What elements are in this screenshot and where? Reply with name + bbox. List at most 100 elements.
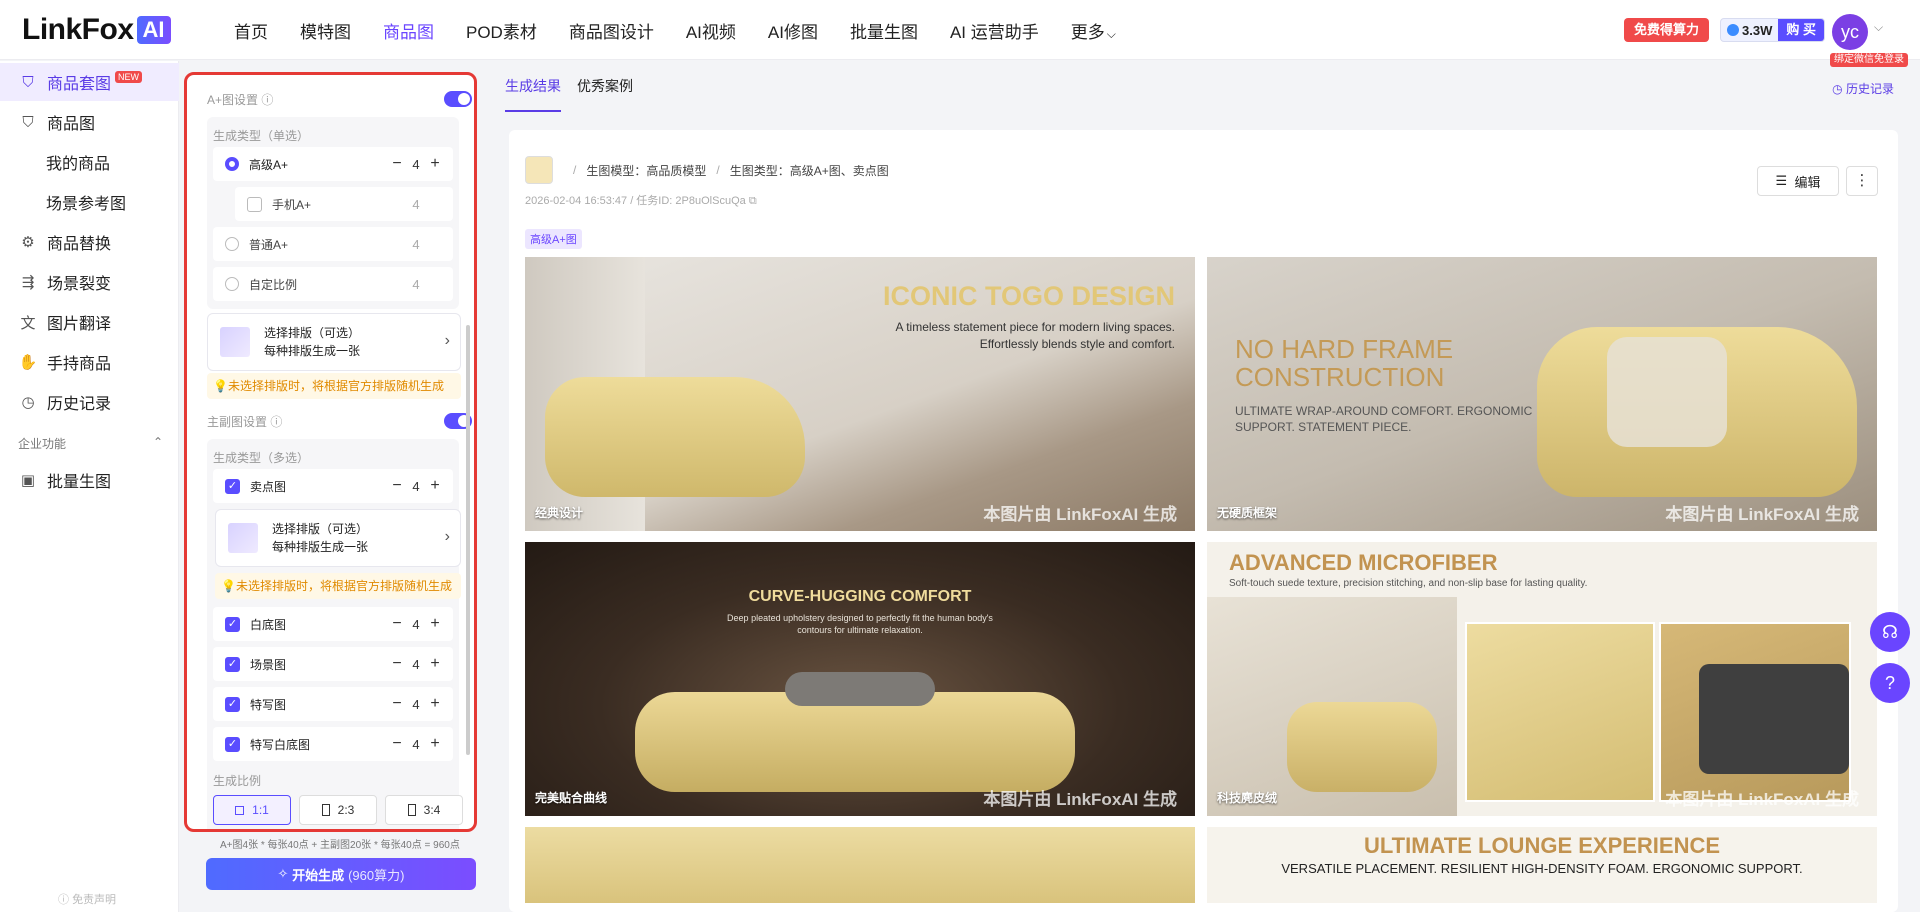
aplus-option-mobile[interactable]: 手机A+ 4 <box>235 187 453 221</box>
result-image-card[interactable]: CURVE-HUGGING COMFORT Deep pleated uphol… <box>525 542 1195 816</box>
nav-home[interactable]: 首页 <box>234 18 268 43</box>
plus-icon[interactable]: + <box>427 735 443 753</box>
free-points-button[interactable]: 免费得算力 <box>1624 18 1710 42</box>
sidebar-item-image-translate[interactable]: 文 图片翻译 <box>0 303 179 341</box>
nav-more[interactable]: 更多 ⌵ <box>1071 18 1116 43</box>
result-image-card[interactable]: NO HARD FRAME CONSTRUCTION ULTIMATE WRAP… <box>1207 257 1877 531</box>
sidebar-item-product-set[interactable]: ⛉ 商品套图 NEW <box>0 63 179 101</box>
layout-thumbnail <box>220 327 250 357</box>
product-thumbnail[interactable] <box>525 156 553 184</box>
minus-icon[interactable]: − <box>389 655 405 673</box>
radio-selected[interactable] <box>225 157 239 171</box>
minus-icon[interactable]: − <box>389 735 405 753</box>
checkbox-checked[interactable]: ✓ <box>225 478 240 494</box>
ratio-label: 1:1 <box>252 803 269 817</box>
start-generate-button[interactable]: ✧ 开始生成 (960算力) <box>206 858 476 890</box>
stepper-value[interactable]: 4 <box>405 617 427 632</box>
main-option-closeup-white[interactable]: ✓ 特写白底图 −4 + <box>213 727 453 761</box>
help-icon[interactable]: ⓘ <box>270 415 282 429</box>
stepper-value[interactable]: 4 <box>405 479 427 494</box>
copy-icon[interactable]: ⧉ <box>749 195 757 207</box>
ratio-2-3[interactable]: 2:3 <box>299 795 377 825</box>
edit-label: 编辑 <box>1794 174 1821 190</box>
minus-icon[interactable]: − <box>389 615 405 633</box>
layout-select-card[interactable]: 选择排版（可选） 每种排版生成一张 › <box>207 313 461 371</box>
points-widget[interactable]: 3.3W 购 买 <box>1720 18 1825 42</box>
checkbox-checked[interactable]: ✓ <box>225 616 240 632</box>
plus-icon[interactable]: + <box>427 695 443 713</box>
nav-pod[interactable]: POD素材 <box>466 18 537 43</box>
layout-select-card[interactable]: 选择排版（可选） 每种排版生成一张 › <box>215 509 461 567</box>
disclaimer-link[interactable]: ⓘ 免责声明 <box>58 891 116 907</box>
avatar[interactable]: yc <box>1832 14 1868 50</box>
sofa-image <box>545 377 805 497</box>
radio[interactable] <box>225 237 239 251</box>
sidebar-item-scene-split[interactable]: ⇶ 场景裂变 <box>0 263 179 301</box>
nav-design[interactable]: 商品图设计 <box>569 18 654 43</box>
main-option-scene[interactable]: ✓ 场景图 −4 + <box>213 647 453 681</box>
sidebar-item-label: 历史记录 <box>47 396 112 413</box>
nav-product[interactable]: 商品图 <box>383 18 434 43</box>
aplus-option-advanced[interactable]: 高级A+ −4 + <box>213 147 453 181</box>
main-option-closeup[interactable]: ✓ 特写图 −4 + <box>213 687 453 721</box>
edit-button[interactable]: ☰ 编辑 <box>1757 166 1839 196</box>
stepper-value[interactable]: 4 <box>405 157 427 172</box>
enterprise-section-header[interactable]: 企业功能 ⌃ <box>18 435 163 452</box>
sidebar-item-history[interactable]: ◷ 历史记录 <box>0 383 179 421</box>
minus-icon[interactable]: − <box>389 477 405 495</box>
nav-ops-assistant[interactable]: AI 运营助手 <box>950 18 1039 43</box>
stepper-value[interactable]: 4 <box>405 737 427 752</box>
aplus-toggle[interactable] <box>444 91 472 107</box>
stepper-value[interactable]: 4 <box>405 657 427 672</box>
logo[interactable]: LinkFox AI <box>22 13 171 46</box>
nav-batch[interactable]: 批量生图 <box>850 18 918 43</box>
layout-title: 选择排版（可选） <box>264 326 361 340</box>
sidebar-item-my-products[interactable]: 我的商品 <box>0 143 179 181</box>
history-link[interactable]: ◷ 历史记录 <box>1832 80 1894 97</box>
checkbox-checked[interactable]: ✓ <box>225 656 240 672</box>
ratio-1-1[interactable]: 1:1 <box>213 795 291 825</box>
tab-showcase[interactable]: 优秀案例 <box>577 60 633 112</box>
buy-button[interactable]: 购 买 <box>1778 19 1824 41</box>
card-headline: ADVANCED MICROFIBER <box>1229 550 1498 575</box>
ratio-3-4[interactable]: 3:4 <box>385 795 463 825</box>
aplus-option-standard[interactable]: 普通A+ 4 <box>213 227 453 261</box>
checkbox-checked[interactable]: ✓ <box>225 696 240 712</box>
result-image-card[interactable]: ULTIMATE LOUNGE EXPERIENCE VERSATILE PLA… <box>1207 827 1877 903</box>
more-options-button[interactable]: ⋮ <box>1846 166 1878 196</box>
support-headset-button[interactable]: ☊ <box>1870 612 1910 652</box>
nav-model[interactable]: 模特图 <box>300 18 351 43</box>
split-icon: ⇶ <box>21 274 35 291</box>
result-image-card[interactable]: ADVANCED MICROFIBER Soft-touch suede tex… <box>1207 542 1877 816</box>
help-icon[interactable]: ⓘ <box>261 93 273 107</box>
minus-icon[interactable]: − <box>389 695 405 713</box>
type-single-label: 生成类型（单选） <box>213 129 310 143</box>
nav-ai-retouch[interactable]: AI修图 <box>768 18 818 43</box>
sidebar-item-handheld[interactable]: ✋ 手持商品 <box>0 343 179 381</box>
nav-ai-video[interactable]: AI视频 <box>686 18 736 43</box>
sidebar-item-product-replace[interactable]: ⚙ 商品替换 <box>0 223 179 261</box>
plus-icon[interactable]: + <box>427 655 443 673</box>
tab-results[interactable]: 生成结果 <box>505 60 561 112</box>
logo-text: LinkFox <box>22 13 134 46</box>
result-image-card[interactable] <box>525 827 1195 903</box>
sidebar-item-product-image[interactable]: ⛉ 商品图 <box>0 103 179 141</box>
plus-icon[interactable]: + <box>427 477 443 495</box>
plus-icon[interactable]: + <box>427 615 443 633</box>
checkbox-checked[interactable]: ✓ <box>225 736 240 752</box>
minus-icon[interactable]: − <box>389 155 405 173</box>
sidebar-item-batch[interactable]: ▣ 批量生图 <box>0 461 179 499</box>
sidebar-item-label: 商品套图 <box>47 76 112 93</box>
stepper-value[interactable]: 4 <box>405 697 427 712</box>
sidebar-item-scene-reference[interactable]: 场景参考图 <box>0 183 179 221</box>
main-option-selling-point[interactable]: ✓ 卖点图 −4 + <box>213 469 453 503</box>
chevron-down-icon[interactable]: ⌵ <box>1874 20 1883 35</box>
panel-scrollbar[interactable] <box>466 325 470 755</box>
aplus-option-custom-ratio[interactable]: 自定比例 4 <box>213 267 453 301</box>
help-button[interactable]: ? <box>1870 663 1910 703</box>
checkbox[interactable] <box>247 196 262 212</box>
plus-icon[interactable]: + <box>427 155 443 173</box>
result-image-card[interactable]: ICONIC TOGO DESIGN A timeless statement … <box>525 257 1195 531</box>
main-option-white-bg[interactable]: ✓ 白底图 −4 + <box>213 607 453 641</box>
radio[interactable] <box>225 277 239 291</box>
